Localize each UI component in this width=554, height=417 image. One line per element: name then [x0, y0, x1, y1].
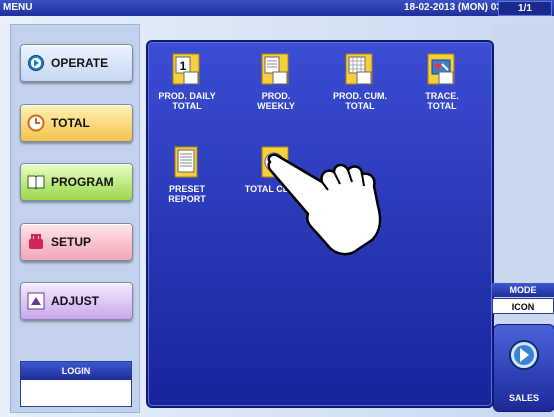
- clock-icon: [27, 114, 45, 132]
- program-label: PROGRAM: [51, 175, 114, 189]
- tile-prod-cum-total[interactable]: PROD. CUM. TOTAL: [315, 52, 405, 111]
- screen-title: MENU: [3, 2, 33, 13]
- page-indicator: 1/1: [498, 1, 552, 16]
- tile-prod-weekly[interactable]: PROD. WEEKLY: [231, 52, 321, 111]
- trace-total-icon: [426, 52, 458, 88]
- setup-button[interactable]: SETUP: [20, 223, 133, 261]
- title-bar: MENU 18-02-2013 (MON) 03:02 1/1: [0, 0, 554, 16]
- cumulative-report-icon: [344, 52, 376, 88]
- program-button[interactable]: PROGRAM: [20, 163, 133, 201]
- total-label: TOTAL: [51, 116, 90, 130]
- tile-label: PROD. DAILY: [158, 91, 216, 101]
- tile-label: TRACE.: [425, 91, 459, 101]
- tile-label: WEEKLY: [257, 101, 295, 111]
- play-icon: [27, 54, 45, 72]
- tile-label: TOTAL: [172, 101, 202, 111]
- sales-label: SALES: [508, 393, 539, 403]
- login-label: LOGIN: [21, 362, 131, 380]
- tile-label: TOTAL: [427, 101, 457, 111]
- wrench-icon: [27, 233, 45, 251]
- book-icon: [27, 173, 45, 191]
- tile-label: PRESET: [168, 184, 205, 194]
- tile-label: PROD. CUM.: [333, 91, 387, 101]
- adjust-icon: [27, 292, 45, 310]
- total-button[interactable]: TOTAL: [20, 104, 133, 142]
- sales-button[interactable]: SALES: [493, 324, 554, 412]
- login-field[interactable]: LOGIN: [20, 361, 132, 407]
- setup-label: SETUP: [51, 235, 92, 249]
- svg-text:1: 1: [180, 59, 187, 73]
- adjust-label: ADJUST: [51, 294, 100, 308]
- mode-label: MODE: [492, 283, 554, 297]
- tile-trace-total[interactable]: TRACE. TOTAL: [397, 52, 487, 111]
- adjust-button[interactable]: ADJUST: [20, 282, 133, 320]
- left-panel: [10, 24, 140, 413]
- tile-label: PROD.: [261, 91, 291, 101]
- mode-value[interactable]: ICON: [492, 298, 554, 314]
- tile-prod-daily-total[interactable]: 1 PROD. DAILY TOTAL: [142, 52, 232, 111]
- preset-report-icon: [171, 145, 203, 181]
- sales-arrow-icon: [509, 340, 539, 370]
- tile-label: REPORT: [168, 194, 206, 204]
- operate-label: OPERATE: [51, 56, 109, 70]
- weekly-report-icon: [260, 52, 292, 88]
- pointing-hand-icon: [267, 153, 382, 256]
- tile-preset-report[interactable]: PRESET REPORT: [142, 145, 232, 204]
- operate-button[interactable]: OPERATE: [20, 44, 133, 82]
- tile-label: TOTAL: [345, 101, 375, 111]
- daily-report-icon: 1: [171, 52, 203, 88]
